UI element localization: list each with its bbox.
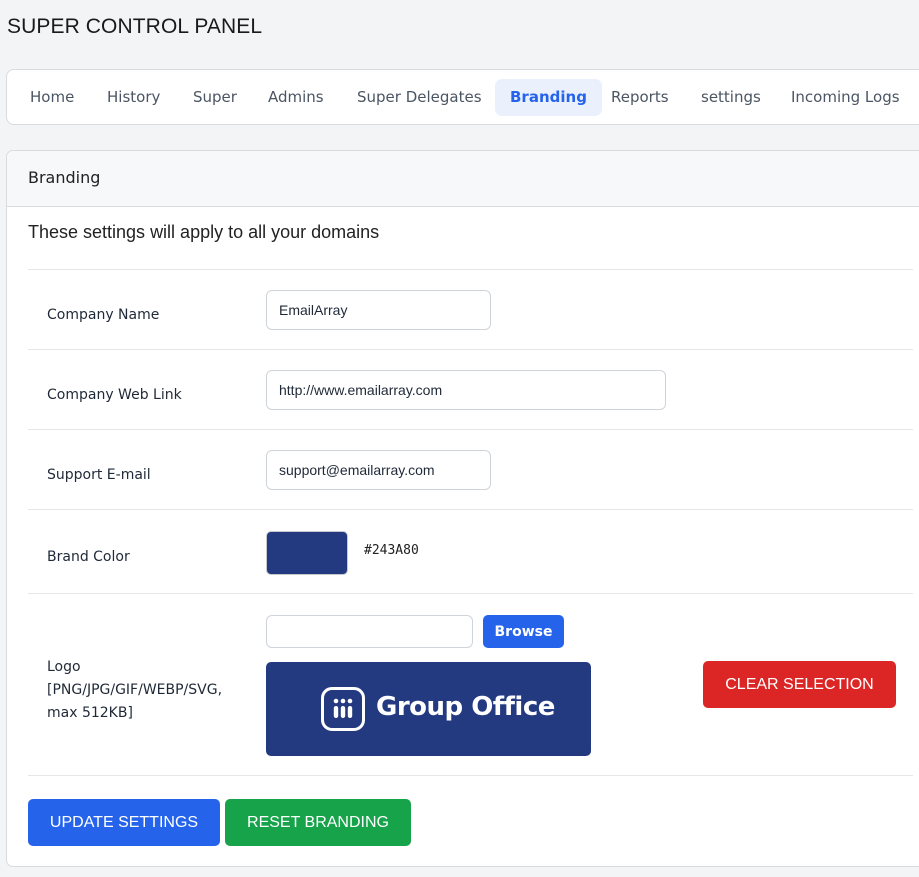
divider (28, 349, 913, 350)
card-header (7, 151, 919, 207)
logo-label-formats: [PNG/JPG/GIF/WEBP/SVG, (47, 682, 223, 698)
divider (28, 269, 913, 270)
update-settings-button[interactable]: UPDATE SETTINGS (28, 799, 220, 846)
logo-preview: Group Office (266, 662, 591, 756)
branding-card: Branding These settings will apply to al… (6, 150, 919, 867)
tab-history[interactable]: History (107, 79, 160, 116)
logo-label-title: Logo (47, 659, 81, 675)
logo-text: Group Office (376, 692, 555, 722)
tab-incoming-logs[interactable]: Incoming Logs (791, 79, 900, 116)
company-web-link-label: Company Web Link (47, 387, 182, 403)
support-email-label: Support E-mail (47, 467, 151, 483)
divider (28, 775, 913, 776)
divider (28, 593, 913, 594)
browse-button[interactable]: Browse (483, 615, 564, 648)
clear-selection-button[interactable]: CLEAR SELECTION (703, 661, 896, 708)
logo-label-size: max 512KB] (47, 705, 133, 721)
app-title: SUPER CONTROL PANEL (7, 15, 263, 38)
brand-color-label: Brand Color (47, 549, 130, 565)
main-nav: Home History Super Admins Super Delegate… (6, 69, 919, 125)
company-web-link-input[interactable] (266, 370, 666, 410)
logo-file-input[interactable] (266, 615, 473, 648)
brand-color-swatch[interactable] (266, 531, 348, 575)
company-name-input[interactable] (266, 290, 491, 330)
reset-branding-button[interactable]: RESET BRANDING (225, 799, 411, 846)
brand-color-hex: #243A80 (364, 543, 419, 558)
tab-branding[interactable]: Branding (495, 79, 602, 116)
tab-super[interactable]: Super (193, 79, 237, 116)
intro-text: These settings will apply to all your do… (28, 222, 380, 242)
tab-home[interactable]: Home (30, 79, 74, 116)
divider (28, 509, 913, 510)
logo-label: Logo [PNG/JPG/GIF/WEBP/SVG, max 512KB] (47, 656, 222, 725)
support-email-input[interactable] (266, 450, 491, 490)
company-name-label: Company Name (47, 307, 160, 323)
group-office-logo-icon (321, 687, 365, 731)
tab-reports[interactable]: Reports (611, 79, 669, 116)
divider (28, 429, 913, 430)
tab-admins[interactable]: Admins (268, 79, 324, 116)
tab-super-delegates[interactable]: Super Delegates (357, 79, 482, 116)
card-title: Branding (28, 168, 101, 187)
tab-settings[interactable]: settings (701, 79, 761, 116)
